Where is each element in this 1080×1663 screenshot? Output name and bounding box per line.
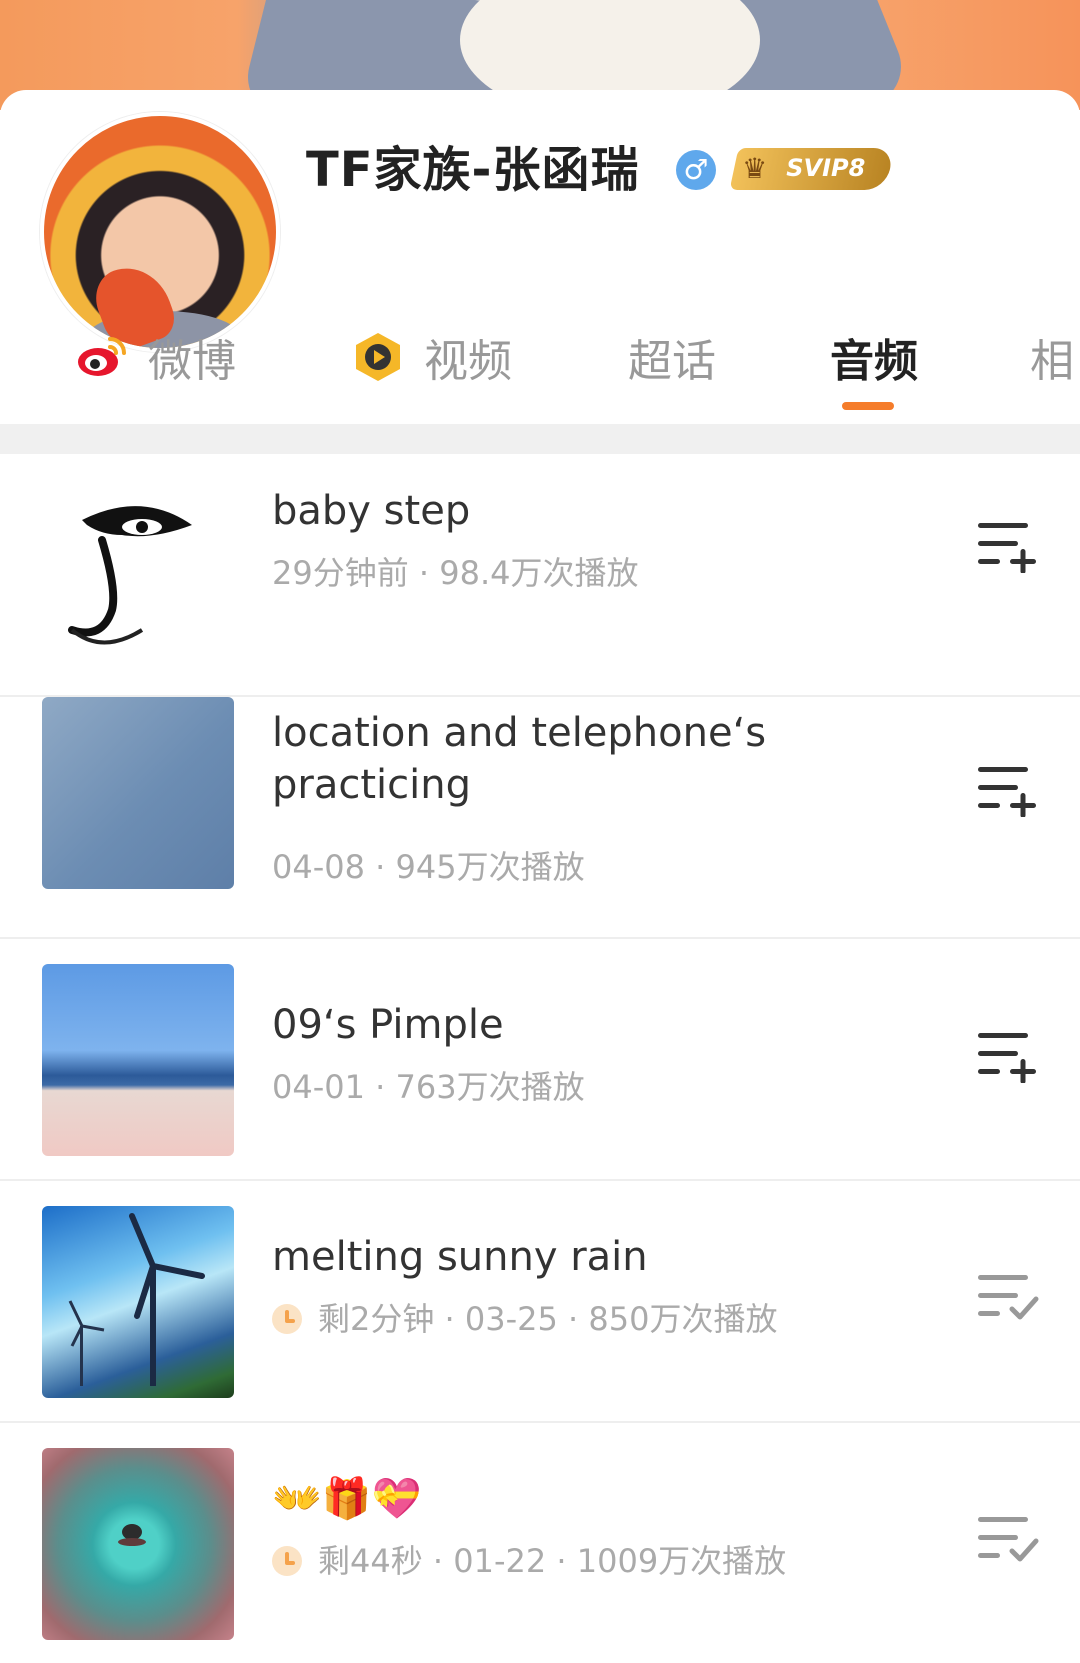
profile-username: TF家族-张函瑞 — [306, 142, 640, 198]
audio-meta: 29分钟前 · 98.4万次播放 — [272, 554, 639, 592]
add-to-playlist-icon[interactable] — [976, 1027, 1040, 1083]
list-item[interactable]: 👐🎁💝 剩44秒 · 01-22 · 1009万次播放 — [0, 1423, 1080, 1663]
list-item[interactable]: location and telephone‘s practicing 04-0… — [0, 697, 1080, 939]
audio-title: location and telephone‘s practicing — [272, 710, 767, 808]
audio-meta: 04-01 · 763万次播放 — [272, 1068, 585, 1106]
list-item[interactable]: melting sunny rain 剩2分钟 · 03-25 · 850万次播… — [0, 1181, 1080, 1423]
audio-meta: 剩2分钟 · 03-25 · 850万次播放 — [272, 1299, 777, 1339]
audio-cover — [42, 964, 234, 1156]
weibo-icon — [78, 337, 126, 376]
section-divider — [0, 424, 1080, 454]
profile-tabs: 微博 视频 超话 音频 相 — [0, 322, 1080, 412]
add-to-playlist-icon[interactable] — [976, 761, 1040, 817]
tab-audio[interactable]: 音频 — [830, 322, 918, 392]
crown-icon: ♛ — [742, 152, 768, 185]
tab-super-topic[interactable]: 超话 — [628, 322, 716, 392]
svip-label: SVIP8 — [786, 154, 866, 182]
tab-label: 超话 — [628, 336, 716, 387]
audio-cover — [42, 480, 234, 672]
list-item[interactable]: 09‘s Pimple 04-01 · 763万次播放 — [0, 939, 1080, 1181]
active-tab-indicator — [842, 402, 894, 410]
list-item[interactable]: baby step 29分钟前 · 98.4万次播放 — [0, 455, 1080, 697]
svip-badge[interactable]: ♛ SVIP8 — [729, 148, 895, 190]
clock-icon — [272, 1304, 302, 1334]
audio-title: melting sunny rain — [272, 1234, 648, 1280]
video-icon — [356, 333, 400, 381]
audio-meta: 剩44秒 · 01-22 · 1009万次播放 — [272, 1541, 786, 1581]
audio-title: 09‘s Pimple — [272, 1002, 504, 1048]
tab-weibo[interactable]: 微博 — [74, 322, 236, 392]
added-to-playlist-icon[interactable] — [976, 1511, 1040, 1567]
clock-icon — [272, 1546, 302, 1576]
audio-cover — [42, 1448, 234, 1640]
audio-meta: 04-08 · 945万次播放 — [272, 848, 585, 886]
tab-label: 音频 — [830, 336, 918, 387]
audio-list: baby step 29分钟前 · 98.4万次播放 location and … — [0, 455, 1080, 1663]
tab-label: 相 — [1030, 336, 1074, 387]
add-to-playlist-icon[interactable] — [976, 517, 1040, 573]
tab-photos[interactable]: 相 — [1030, 322, 1074, 392]
tab-video[interactable]: 视频 — [350, 322, 512, 392]
added-to-playlist-icon[interactable] — [976, 1269, 1040, 1325]
audio-title: 👐🎁💝 — [272, 1476, 422, 1522]
male-gender-icon: ♂ — [676, 150, 716, 190]
audio-title: baby step — [272, 488, 471, 534]
avatar[interactable] — [40, 112, 280, 352]
tab-label: 微博 — [148, 336, 236, 387]
audio-cover — [42, 1206, 234, 1398]
tab-label: 视频 — [424, 336, 512, 387]
audio-cover — [42, 697, 234, 889]
